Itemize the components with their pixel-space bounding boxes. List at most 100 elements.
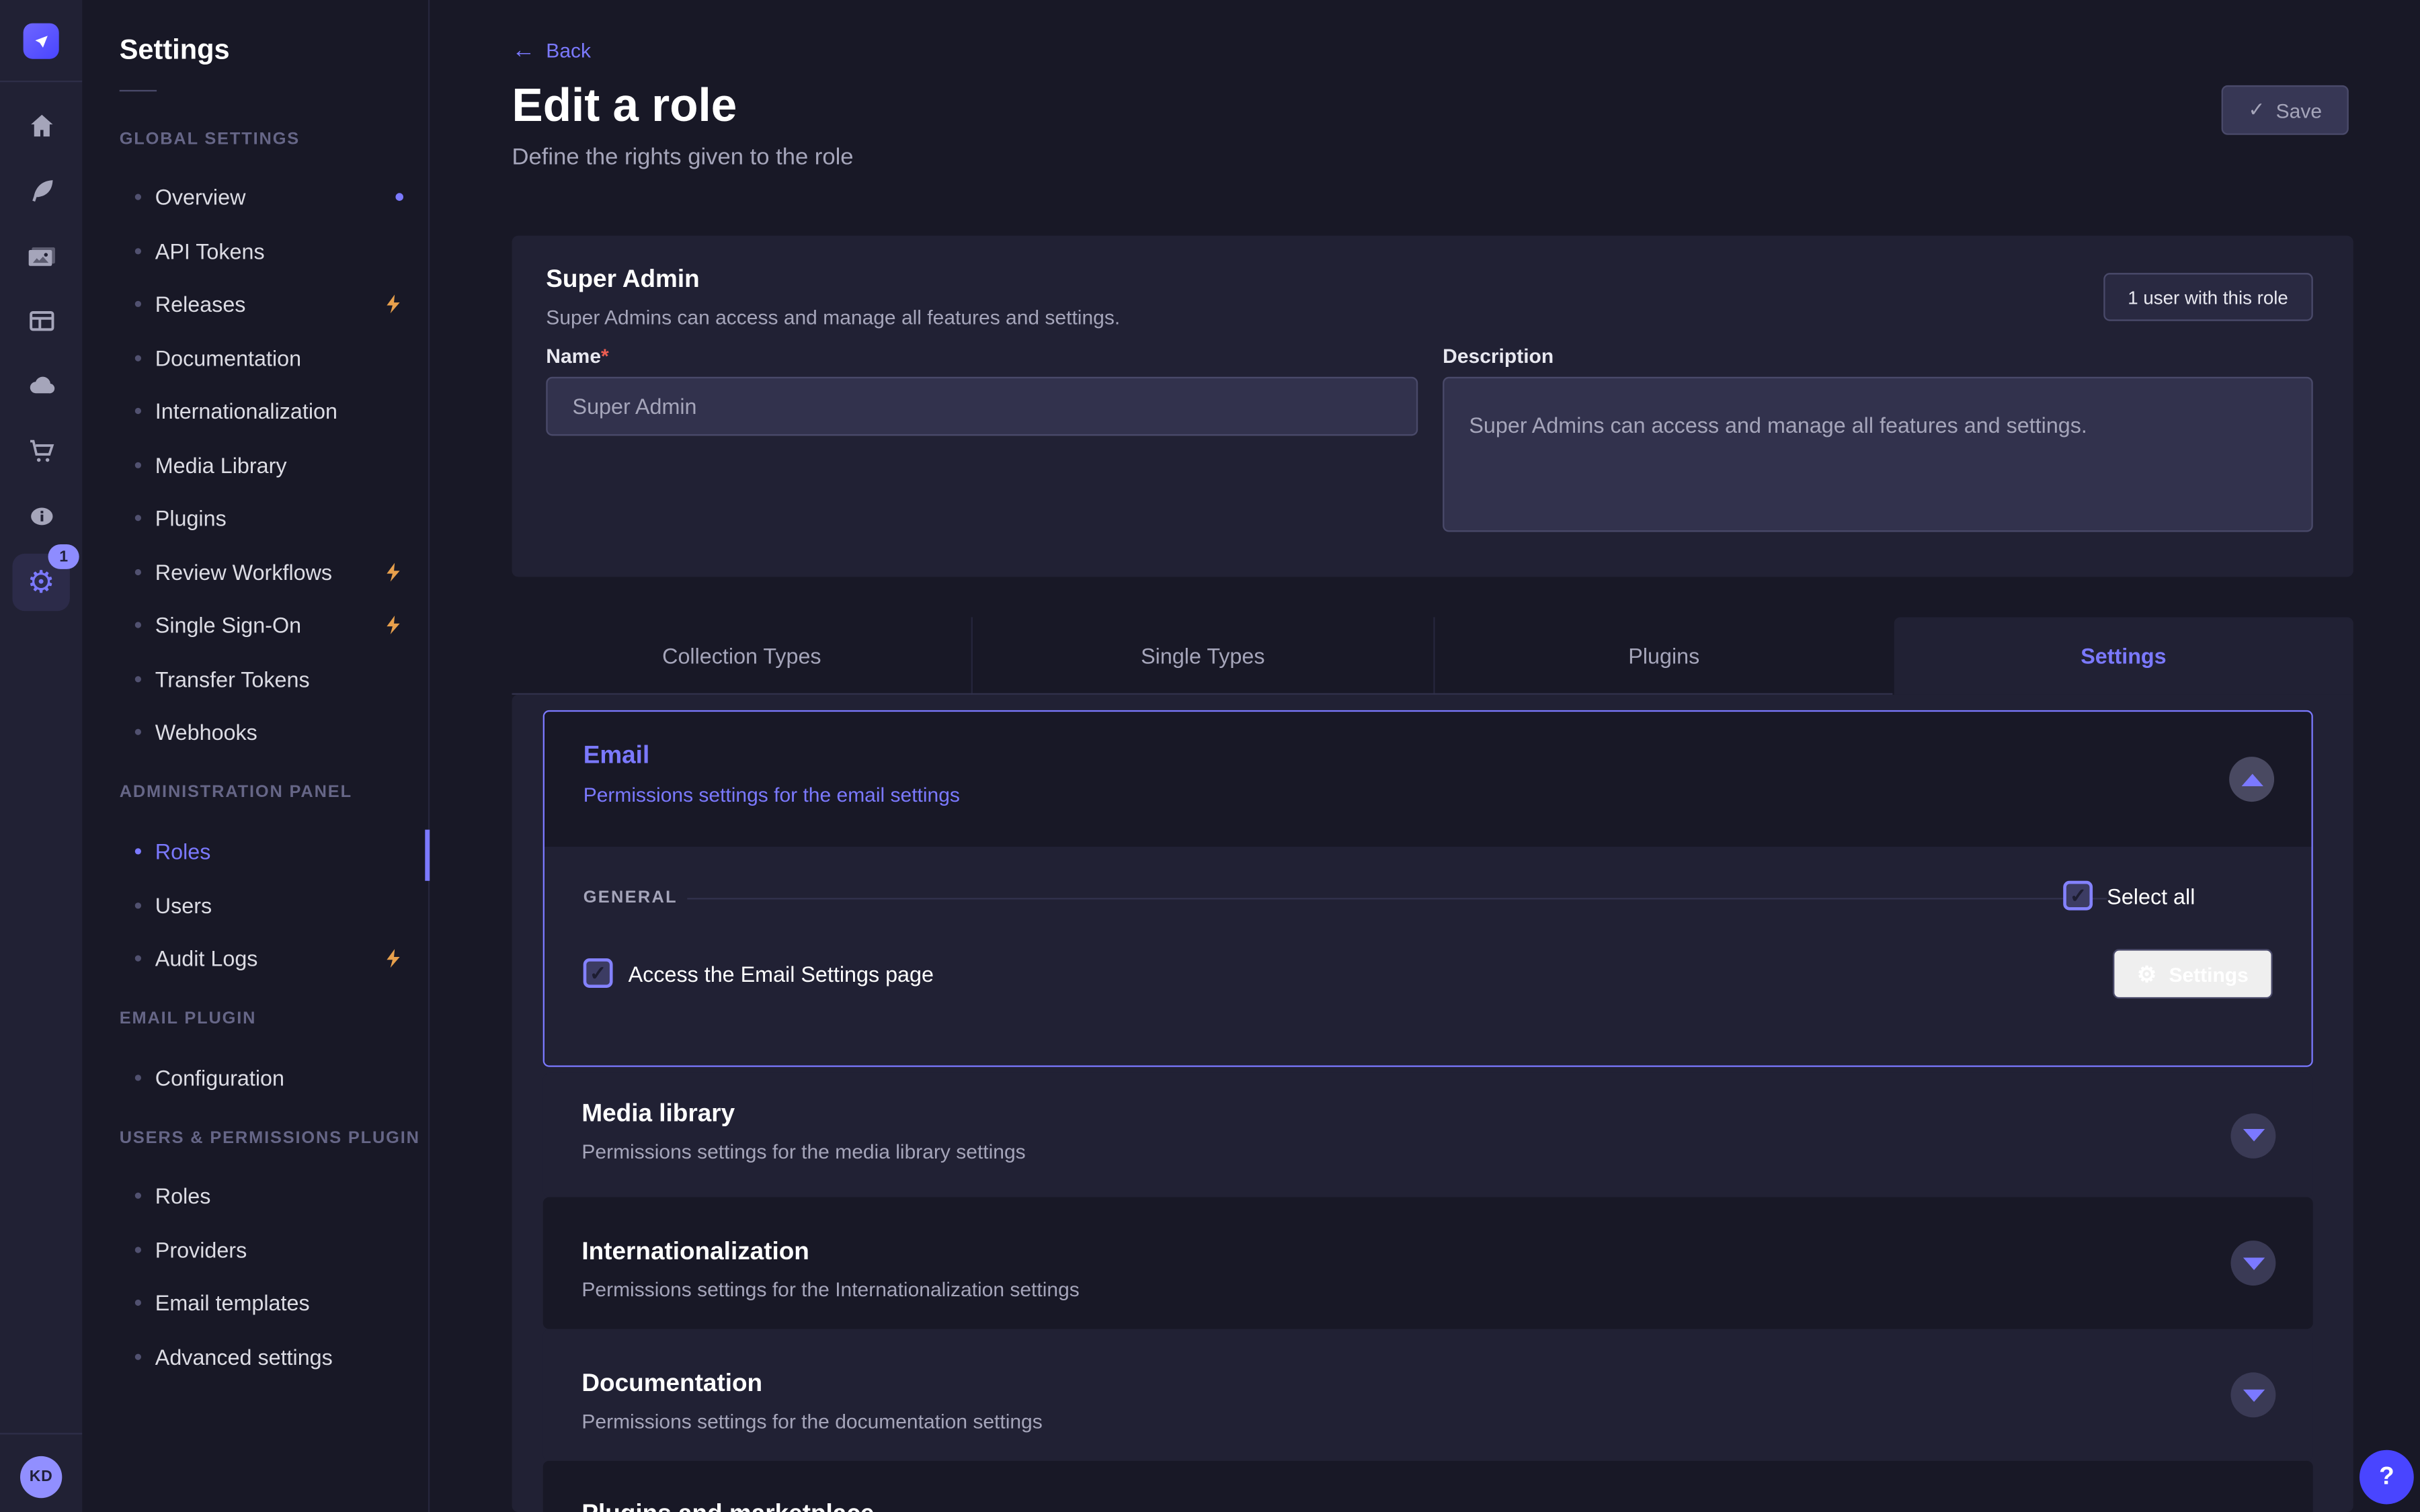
email-plugin-list: Configuration [82, 1052, 428, 1105]
back-label: Back [546, 39, 591, 62]
chevron-down-icon [2243, 1389, 2264, 1401]
users-with-role-button[interactable]: 1 user with this role [2103, 273, 2312, 321]
bullet [135, 194, 141, 200]
sidebar-item-transfer-tokens[interactable]: Transfer Tokens [82, 652, 428, 706]
accordion-title: Media library [581, 1101, 735, 1129]
bullet [135, 462, 141, 468]
sidebar-item-media-library[interactable]: Media Library [82, 438, 428, 492]
bullet [135, 301, 141, 307]
sidebar-item-webhooks[interactable]: Webhooks [82, 706, 428, 759]
bullet [135, 849, 141, 855]
help-button[interactable]: ? [2360, 1450, 2414, 1505]
accordion-title: Documentation [581, 1371, 762, 1399]
accordion-internationalization[interactable]: Internationalization Permissions setting… [543, 1198, 2313, 1329]
administration-panel-list: Roles Users Audit Logs [82, 825, 428, 986]
sidebar-item-label: Documentation [155, 345, 301, 370]
sidebar-item-label: Roles [155, 1183, 211, 1208]
section-header-users-permissions-plugin: USERS & PERMISSIONS PLUGIN [120, 1129, 420, 1148]
select-all-checkbox[interactable]: ✓ [2064, 881, 2093, 911]
media-library-icon[interactable] [0, 228, 82, 284]
accordion-subtitle: Permissions settings for the media libra… [581, 1140, 1025, 1163]
section-header-global-settings: GLOBAL SETTINGS [120, 130, 300, 149]
sidebar-item-label: Overview [155, 185, 246, 210]
collapse-toggle-button[interactable] [2229, 757, 2274, 802]
name-input[interactable]: Super Admin [546, 377, 1418, 436]
bullet [135, 1300, 141, 1306]
sidebar-item-up-roles[interactable]: Roles [82, 1169, 428, 1223]
cloud-icon[interactable] [0, 358, 82, 414]
accordion-plugins-and-marketplace[interactable]: Plugins and marketplace [543, 1461, 2313, 1512]
sidebar-item-label: Configuration [155, 1066, 284, 1091]
check-icon: ✓ [2248, 97, 2265, 122]
sidebar-item-documentation[interactable]: Documentation [82, 331, 428, 385]
sidebar-item-configuration[interactable]: Configuration [82, 1052, 428, 1105]
global-settings-list: Overview API Tokens Releases Documentati… [82, 171, 428, 759]
permissions-tabs: Collection Types Single Types Plugins Se… [512, 617, 2353, 694]
back-link[interactable]: ← Back [512, 39, 591, 62]
accordion-media-library[interactable]: Media library Permissions settings for t… [543, 1073, 2313, 1198]
sidebar-item-providers[interactable]: Providers [82, 1223, 428, 1277]
tab-plugins[interactable]: Plugins [1434, 617, 1894, 694]
home-icon[interactable] [0, 97, 82, 153]
sidebar-item-plugins[interactable]: Plugins [82, 492, 428, 546]
sidebar-item-label: Roles [155, 839, 211, 864]
email-settings-button[interactable]: ⚙ Settings [2113, 949, 2273, 999]
sidebar-item-label: Internationalization [155, 399, 337, 424]
expand-toggle-button[interactable] [2230, 1372, 2275, 1417]
page-subtitle: Define the rights given to the role [512, 144, 854, 171]
lightning-icon [383, 562, 403, 582]
sidebar-item-single-sign-on[interactable]: Single Sign-On [82, 599, 428, 653]
sidebar-item-label: Webhooks [155, 720, 257, 745]
sidebar-item-releases[interactable]: Releases [82, 278, 428, 331]
general-section-label: GENERAL [583, 888, 678, 907]
accordion-email-header[interactable]: Email Permissions settings for the email… [544, 712, 2311, 847]
email-settings-access-label: Access the Email Settings page [629, 961, 934, 986]
rail-bottom-divider [0, 1433, 82, 1434]
bullet [135, 515, 141, 521]
sidebar-item-label: Audit Logs [155, 946, 258, 971]
accordion-subtitle: Permissions settings for the Internation… [581, 1278, 1079, 1302]
sidebar-item-api-tokens[interactable]: API Tokens [82, 224, 428, 278]
content-type-builder-icon[interactable] [0, 293, 82, 349]
save-button[interactable]: ✓ Save [2222, 85, 2349, 135]
chevron-up-icon [2241, 773, 2262, 785]
sidebar-item-label: Email templates [155, 1291, 310, 1316]
accordion-documentation[interactable]: Documentation Permissions settings for t… [543, 1329, 2313, 1461]
sidebar-item-audit-logs[interactable]: Audit Logs [82, 932, 428, 986]
sidebar-item-review-workflows[interactable]: Review Workflows [82, 545, 428, 599]
accordion-title: Plugins and marketplace [581, 1501, 874, 1512]
expand-toggle-button[interactable] [2230, 1113, 2275, 1158]
sidebar-item-email-templates[interactable]: Email templates [82, 1276, 428, 1330]
sidebar-item-roles-active[interactable]: Roles [82, 825, 428, 879]
bullet [135, 1353, 141, 1359]
section-header-administration-panel: ADMINISTRATION PANEL [120, 783, 352, 802]
user-avatar[interactable]: KD [20, 1456, 62, 1498]
bullet [135, 1193, 141, 1199]
marketplace-cart-icon[interactable] [0, 423, 82, 479]
tab-single-types[interactable]: Single Types [973, 617, 1434, 694]
expand-toggle-button[interactable] [2230, 1241, 2275, 1286]
tab-collection-types[interactable]: Collection Types [512, 617, 973, 694]
tab-settings[interactable]: Settings [1894, 617, 2353, 694]
chevron-down-icon [2243, 1129, 2264, 1141]
description-textarea[interactable]: Super Admins can access and manage all f… [1443, 377, 2313, 532]
select-all-control: ✓ Select all [2064, 881, 2195, 911]
content-manager-feather-icon[interactable] [0, 163, 82, 218]
bullet [135, 676, 141, 682]
accordion-title: Internationalization [581, 1239, 809, 1267]
subnav-title: Settings [120, 34, 230, 67]
bullet [135, 1247, 141, 1253]
lightning-icon [383, 294, 403, 314]
email-settings-access-checkbox[interactable]: ✓ [583, 958, 613, 988]
bullet [135, 1075, 141, 1081]
description-field-label: Description [1443, 344, 1554, 368]
sidebar-item-users[interactable]: Users [82, 878, 428, 932]
info-icon[interactable] [0, 489, 82, 544]
sidebar-item-overview[interactable]: Overview [82, 171, 428, 224]
sidebar-item-internationalization[interactable]: Internationalization [82, 384, 428, 438]
chevron-down-icon [2243, 1257, 2264, 1269]
active-item-indicator [425, 830, 430, 881]
strapi-logo[interactable] [24, 24, 59, 59]
sidebar-item-label: Users [155, 893, 212, 918]
sidebar-item-advanced-settings[interactable]: Advanced settings [82, 1330, 428, 1384]
